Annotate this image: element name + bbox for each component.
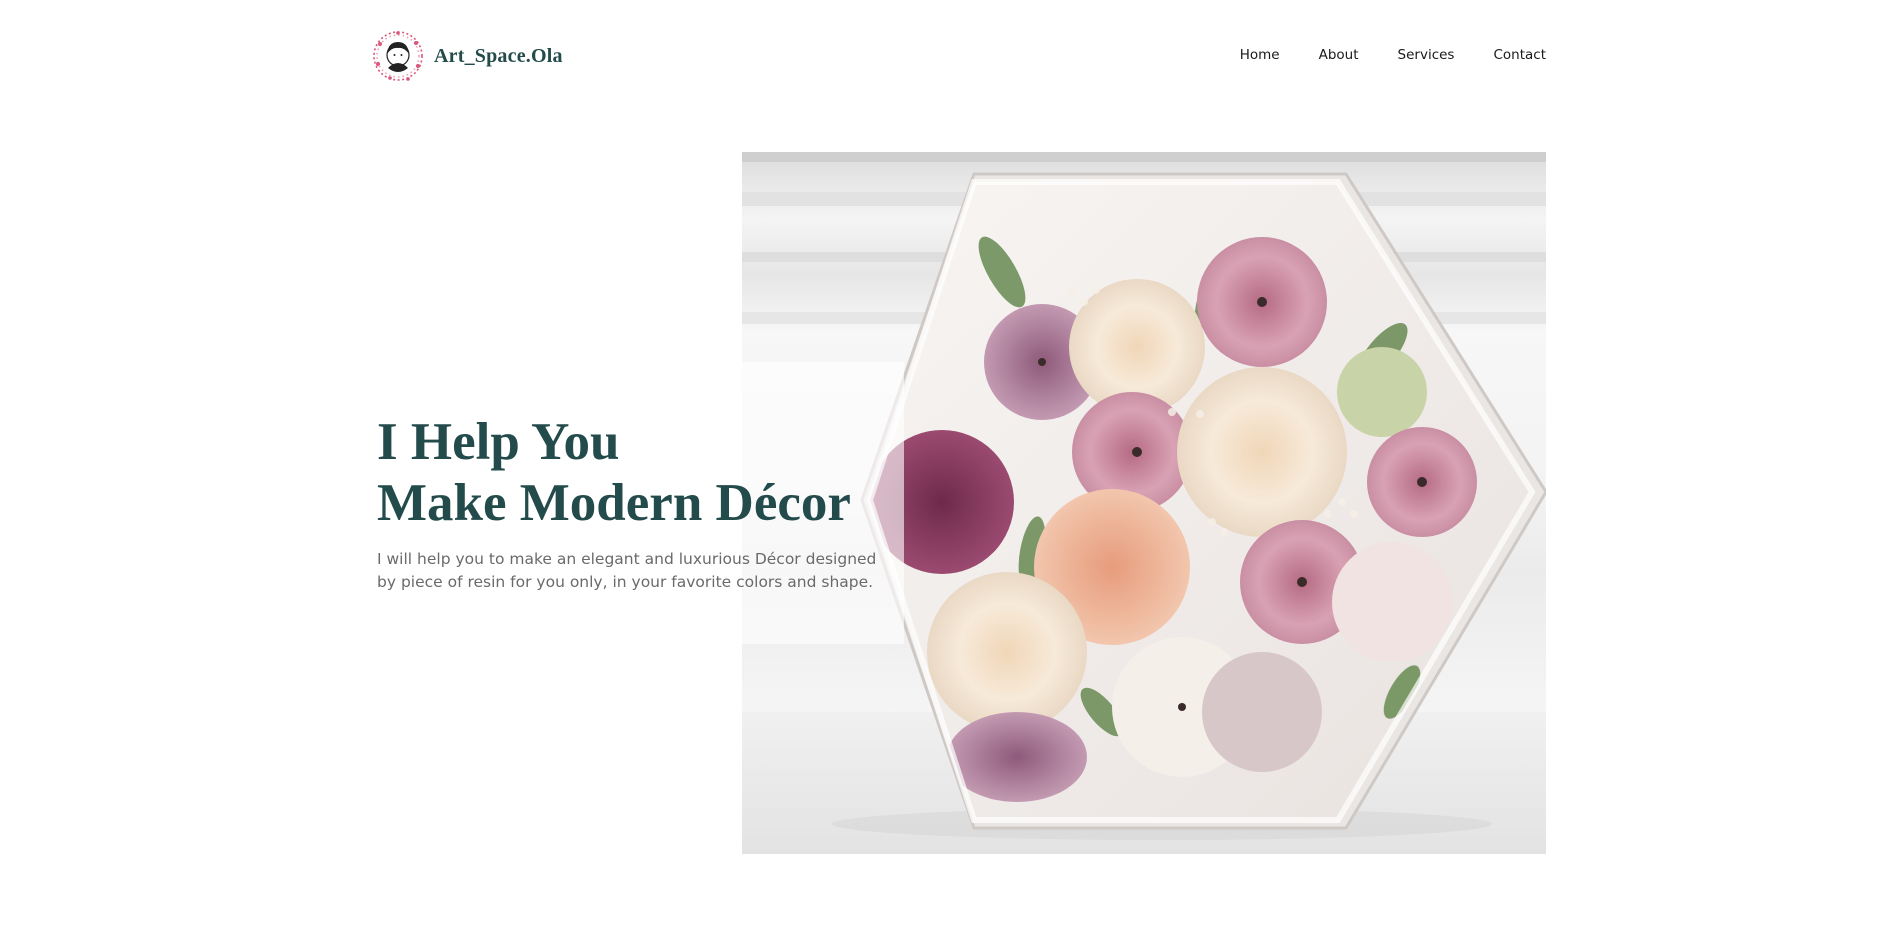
wreath-portrait-icon — [373, 31, 423, 81]
nav-about[interactable]: About — [1319, 47, 1359, 63]
logo-link[interactable]: Art_Space.Ola — [370, 28, 563, 84]
nav-contact[interactable]: Contact — [1493, 47, 1546, 63]
headline-line-1: I Help You — [377, 413, 620, 471]
nav-home[interactable]: Home — [1240, 47, 1280, 63]
hero-headline: I Help You Make Modern Décor — [377, 412, 897, 534]
hero-text-block: I Help You Make Modern Décor I will help… — [377, 412, 897, 594]
nav-services[interactable]: Services — [1398, 47, 1455, 63]
brand-name: Art_Space.Ola — [434, 44, 563, 67]
headline-line-2: Make Modern Décor — [377, 474, 851, 532]
main-nav: Home About Services Contact — [1240, 47, 1546, 63]
hero-subtitle: I will help you to make an elegant and l… — [377, 550, 877, 591]
